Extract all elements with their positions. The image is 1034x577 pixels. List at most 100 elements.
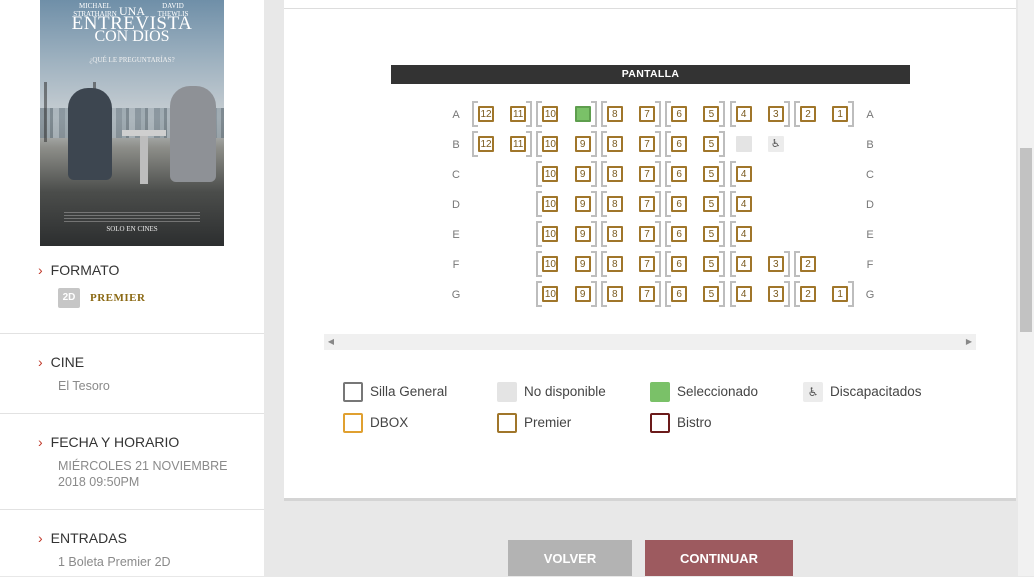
seat-e10[interactable]: 10 [542, 226, 559, 242]
seat-a3[interactable]: 3 [767, 106, 784, 122]
fecha-line2: 2018 09:50PM [58, 475, 140, 489]
seat-f2[interactable]: 2 [800, 256, 816, 272]
seat-b9[interactable]: 9 [574, 136, 591, 152]
seat-d10[interactable]: 10 [542, 196, 559, 212]
legend-swatch-bistro [650, 413, 670, 433]
horizontal-scrollbar[interactable]: ◀ ▶ [324, 334, 976, 350]
seat-g9[interactable]: 9 [574, 286, 591, 302]
seat-group-bracket [536, 101, 543, 127]
seat-group-bracket [655, 221, 661, 247]
seat-f10[interactable]: 10 [542, 256, 559, 272]
row-label-a: A [866, 109, 874, 121]
seat-b10[interactable]: 10 [542, 136, 559, 152]
seat-a10[interactable]: 10 [542, 106, 559, 122]
seat-e8[interactable]: 8 [606, 226, 623, 242]
seat-e6[interactable]: 6 [671, 226, 688, 242]
seat-a2[interactable]: 2 [800, 106, 816, 122]
seat-f6[interactable]: 6 [671, 256, 688, 272]
seat-a4[interactable]: 4 [735, 106, 752, 122]
seat-group-bracket [729, 281, 736, 307]
seat-a7[interactable]: 7 [639, 106, 655, 122]
seat-e5[interactable]: 5 [703, 226, 720, 242]
seat-b8[interactable]: 8 [606, 136, 623, 152]
seat-d6[interactable]: 6 [671, 196, 688, 212]
seat-group-bracket [590, 131, 597, 157]
row-label-d: D [866, 199, 874, 211]
seat-group-bracket [783, 281, 790, 307]
seat-group-bracket [848, 101, 855, 127]
seat-selection-panel: PANTALLA A A 12 11 10 8 7 6 5 4 3 2 1 B B 12 11 10 9 8 7 6 5 ♿ C… [284, 0, 1016, 498]
seat-f5[interactable]: 5 [703, 256, 720, 272]
seat-d7[interactable]: 7 [639, 196, 655, 212]
seat-f7[interactable]: 7 [639, 256, 655, 272]
seat-b11[interactable]: 11 [510, 136, 527, 152]
seat-c4[interactable]: 4 [735, 166, 752, 182]
chevron-right-icon: › [38, 354, 43, 370]
seat-g4[interactable]: 4 [735, 286, 752, 302]
cine-heading: CINE [50, 354, 85, 370]
seat-e7[interactable]: 7 [639, 226, 655, 242]
seat-e4[interactable]: 4 [735, 226, 752, 242]
formato-heading: FORMATO [50, 262, 120, 278]
row-label-b: B [866, 139, 874, 151]
row-label-e: E [452, 229, 460, 241]
seat-a6[interactable]: 6 [671, 106, 688, 122]
seat-a5[interactable]: 5 [703, 106, 720, 122]
seat-a8[interactable]: 8 [606, 106, 623, 122]
seat-c9[interactable]: 9 [574, 166, 591, 182]
seat-c10[interactable]: 10 [542, 166, 559, 182]
seat-b7[interactable]: 7 [639, 136, 655, 152]
seat-group-bracket [719, 221, 726, 247]
seat-group-bracket [600, 221, 607, 247]
seat-g2[interactable]: 2 [800, 286, 816, 302]
seat-d4[interactable]: 4 [735, 196, 752, 212]
seat-c6[interactable]: 6 [671, 166, 688, 182]
continue-button[interactable]: CONTINUAR [645, 540, 793, 576]
seat-e9[interactable]: 9 [574, 226, 591, 242]
row-label-f: F [452, 259, 460, 271]
seat-c7[interactable]: 7 [639, 166, 655, 182]
back-button[interactable]: VOLVER [508, 540, 632, 576]
row-label-d: D [452, 199, 460, 211]
seat-f8[interactable]: 8 [606, 256, 623, 272]
seat-g6[interactable]: 6 [671, 286, 688, 302]
seat-g3[interactable]: 3 [767, 286, 784, 302]
seat-a11[interactable]: 11 [510, 106, 527, 122]
seat-d8[interactable]: 8 [606, 196, 623, 212]
seat-d9[interactable]: 9 [574, 196, 591, 212]
seat-f4[interactable]: 4 [735, 256, 752, 272]
seat-c5[interactable]: 5 [703, 166, 720, 182]
seat-group-bracket [600, 101, 607, 127]
vertical-scrollbar[interactable] [1018, 0, 1034, 576]
scrollbar-thumb[interactable] [1020, 148, 1032, 332]
seat-group-bracket [719, 161, 726, 187]
seat-f3[interactable]: 3 [767, 256, 784, 272]
seat-a12[interactable]: 12 [478, 106, 494, 122]
seat-b5[interactable]: 5 [703, 136, 720, 152]
seat-b6[interactable]: 6 [671, 136, 688, 152]
sidebar: MICHAEL STRATHAIRN DAVID THEWLIS UNA ENT… [0, 0, 264, 576]
seat-group-bracket [794, 101, 800, 127]
legend-swatch-general [343, 382, 363, 402]
seat-g10[interactable]: 10 [542, 286, 559, 302]
seat-b12[interactable]: 12 [478, 136, 494, 152]
seat-f9[interactable]: 9 [574, 256, 591, 272]
seat-g8[interactable]: 8 [606, 286, 623, 302]
scroll-right-icon[interactable]: ▶ [962, 334, 976, 350]
seat-d5[interactable]: 5 [703, 196, 720, 212]
seat-g5[interactable]: 5 [703, 286, 720, 302]
seat-g1[interactable]: 1 [832, 286, 849, 302]
seat-group-bracket [665, 281, 672, 307]
seat-a9[interactable] [574, 106, 591, 122]
seat-group-bracket [655, 131, 661, 157]
legend-swatch-unavailable [497, 382, 517, 402]
seat-group-bracket [783, 101, 790, 127]
seat-c8[interactable]: 8 [606, 166, 623, 182]
seat-g7[interactable]: 7 [639, 286, 655, 302]
row-label-g: G [865, 289, 875, 301]
row-label-f: F [866, 259, 874, 271]
seat-group-bracket [526, 131, 533, 157]
scroll-left-icon[interactable]: ◀ [324, 334, 338, 350]
seat-a1[interactable]: 1 [832, 106, 849, 122]
poster-release: SOLO EN CINES [106, 225, 158, 233]
